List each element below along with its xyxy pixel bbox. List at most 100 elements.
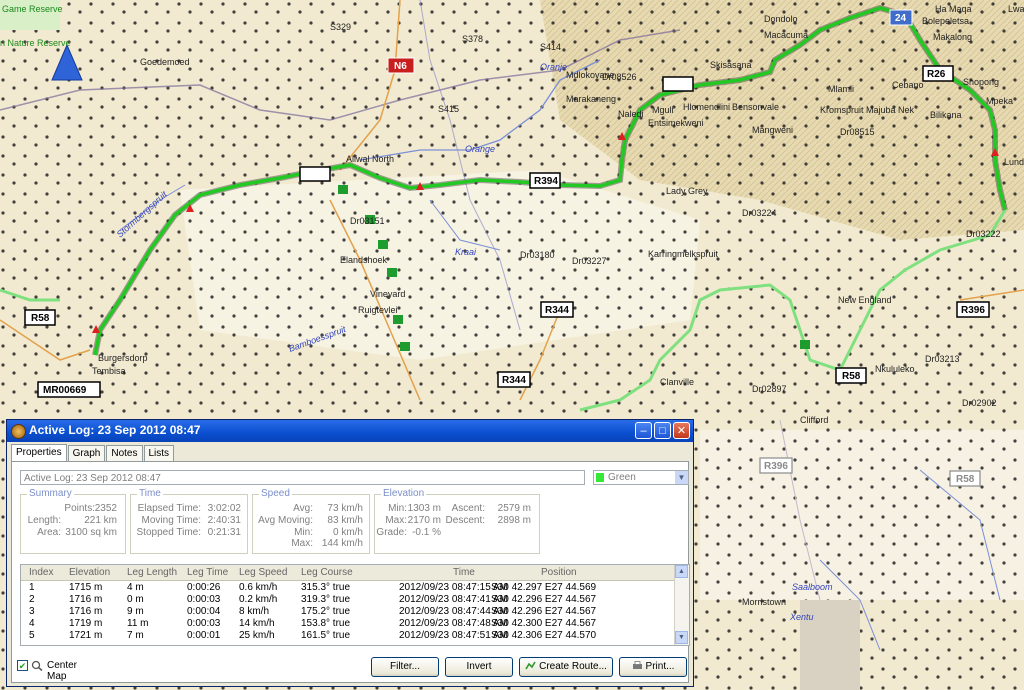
- scroll-down-icon[interactable]: ▼: [675, 631, 688, 644]
- table-cell: 9 m: [127, 606, 144, 617]
- tab-strip: Properties Graph Notes Lists: [11, 444, 175, 462]
- table-row[interactable]: 4 1719 m 11 m 0:00:03 14 km/h 153.8° true 2012…: [21, 618, 677, 630]
- summary-area-value: 3100 sq km: [65, 527, 117, 538]
- ascent-value: 2579 m: [497, 503, 531, 514]
- label-vineyard: Vineyard: [370, 289, 405, 299]
- close-button[interactable]: ✕: [673, 422, 690, 439]
- label-mlamli: Mlamli: [828, 84, 854, 94]
- table-cell: 4 m: [127, 582, 144, 593]
- summary-length-value: 221 km: [84, 515, 117, 526]
- col-elevation[interactable]: Elevation: [69, 567, 110, 578]
- speed-avg-label: Avg:: [293, 503, 313, 514]
- label-majuba-nek: Majuba Nek: [866, 105, 915, 115]
- scroll-up-icon[interactable]: ▲: [675, 565, 688, 578]
- table-scrollbar[interactable]: ▲ ▼: [674, 565, 689, 645]
- center-map-checkbox[interactable]: ✔: [17, 660, 28, 671]
- shield-r396-a: R396: [956, 301, 990, 318]
- table-row[interactable]: 1 1715 m4 m 0:00:26 0.6 km/h 315.3° true 2012…: [21, 582, 677, 594]
- table-cell: 1715 m: [69, 582, 103, 593]
- table-cell: 319.3° true: [301, 594, 351, 605]
- svg-text:R26: R26: [927, 69, 946, 80]
- elapsed-time-label: Elapsed Time:: [137, 503, 201, 514]
- chevron-down-icon[interactable]: ▼: [675, 471, 688, 484]
- table-cell: S30 42.300 E27 44.567: [491, 618, 597, 629]
- col-leg-course[interactable]: Leg Course: [301, 567, 353, 578]
- table-row[interactable]: 3 1716 m9 m 0:00:04 8 km/h 175.2° true 2012/0…: [21, 606, 677, 618]
- log-name-field[interactable]: Active Log: 23 Sep 2012 08:47: [20, 470, 585, 485]
- app-icon: [11, 424, 26, 439]
- col-time[interactable]: Time: [453, 567, 475, 578]
- table-row[interactable]: 2 1716 m0 m 0:00:03 0.2 km/h 319.3° true 2012…: [21, 594, 677, 606]
- svg-text:R344: R344: [502, 375, 526, 386]
- col-position[interactable]: Position: [541, 567, 577, 578]
- label-naledi: Naledi: [618, 109, 644, 119]
- table-cell: S30 42.306 E27 44.570: [491, 630, 597, 641]
- label-lwa: Lwa: [1008, 4, 1024, 14]
- tab-properties[interactable]: Properties: [11, 444, 67, 461]
- speed-avg-value: 73 km/h: [327, 503, 363, 514]
- label-clanville: Clanville: [660, 377, 694, 387]
- elevation-title: Elevation: [381, 488, 427, 499]
- table-header: Index Elevation Leg Length Leg Time Leg …: [21, 565, 677, 581]
- shield-r344-b: R344: [497, 371, 531, 388]
- label-oranje-river: Oranje: [540, 62, 567, 72]
- table-cell: 161.5° true: [301, 630, 351, 641]
- label-dr08526: Dr08526: [602, 72, 637, 82]
- shield-aliwal: [299, 166, 331, 182]
- print-label: Print...: [645, 661, 675, 672]
- maximize-button[interactable]: □: [654, 422, 671, 439]
- label-saalboom: Saalboom: [792, 582, 833, 592]
- col-leg-time[interactable]: Leg Time: [187, 567, 228, 578]
- tab-graph[interactable]: Graph: [67, 445, 106, 461]
- color-select[interactable]: Green ▼: [593, 470, 689, 485]
- svg-text:24: 24: [895, 13, 907, 24]
- col-index[interactable]: Index: [29, 567, 53, 578]
- label-karringmelkspruit: Karringmelkspruit: [648, 249, 719, 259]
- table-cell: 175.2° true: [301, 606, 351, 617]
- table-cell: 0:00:03: [187, 618, 221, 629]
- label-dr03213: Dr03213: [925, 354, 960, 364]
- speed-min-label: Min:: [294, 527, 313, 538]
- label-kraai-river: Kraai: [455, 247, 477, 257]
- descent-value: 2898 m: [497, 515, 531, 526]
- label-mangweni: Mangweni: [752, 125, 793, 135]
- color-swatch: [596, 473, 604, 482]
- create-route-button[interactable]: Create Route...: [519, 657, 613, 677]
- table-cell: 1716 m: [69, 594, 103, 605]
- shield-r344-a: R344: [540, 301, 574, 318]
- table-row[interactable]: 5 1721 m7 m 0:00:01 25 km/h 161.5° true 2012/…: [21, 630, 677, 642]
- stopped-time-value: 0:21:31: [207, 527, 241, 538]
- label-dr02902: Dr02902: [962, 398, 997, 408]
- table-cell: 25 km/h: [239, 630, 275, 641]
- time-group: Time Elapsed Time: 3:02:02 Moving Time: …: [130, 488, 248, 554]
- descent-label: Descent:: [445, 515, 485, 526]
- elevation-group: Elevation Min: 1303 m Max: 2170 m Grade:…: [374, 488, 540, 554]
- filter-button[interactable]: Filter...: [371, 657, 439, 677]
- shield-n6: N6: [387, 57, 415, 74]
- minimize-button[interactable]: –: [635, 422, 652, 439]
- print-button[interactable]: Print...: [619, 657, 687, 677]
- tab-notes[interactable]: Notes: [106, 445, 143, 461]
- svg-text:R396: R396: [764, 461, 788, 472]
- label-game-reserve: Game Reserve: [2, 4, 63, 14]
- moving-time-label: Moving Time:: [141, 515, 201, 526]
- grade-label: Grade:: [376, 527, 407, 538]
- label-mpeka: Mpeka: [986, 96, 1013, 106]
- label-bilikana: Bilikana: [930, 110, 962, 120]
- label-ha-maqa: Ha Maqa: [935, 4, 972, 14]
- table-cell: 3: [29, 606, 35, 617]
- invert-button[interactable]: Invert: [445, 657, 513, 677]
- label-s329: S329: [330, 22, 351, 32]
- label-dr02897: Dr02897: [752, 384, 787, 394]
- table-cell: 0:00:26: [187, 582, 221, 593]
- elapsed-time-value: 3:02:02: [207, 503, 241, 514]
- label-ruigtevlei: Ruigtevlei: [358, 305, 398, 315]
- title-bar[interactable]: Active Log: 23 Sep 2012 08:47 – □ ✕: [7, 420, 693, 442]
- label-burgersdorp: Burgersdorp: [98, 353, 148, 363]
- label-makalong: Makalong: [933, 32, 972, 42]
- tab-lists[interactable]: Lists: [143, 445, 175, 461]
- track-points-table[interactable]: Index Elevation Leg Length Leg Time Leg …: [20, 564, 690, 646]
- svg-text:R58: R58: [31, 313, 50, 324]
- col-leg-speed[interactable]: Leg Speed: [239, 567, 287, 578]
- col-leg-length[interactable]: Leg Length: [127, 567, 177, 578]
